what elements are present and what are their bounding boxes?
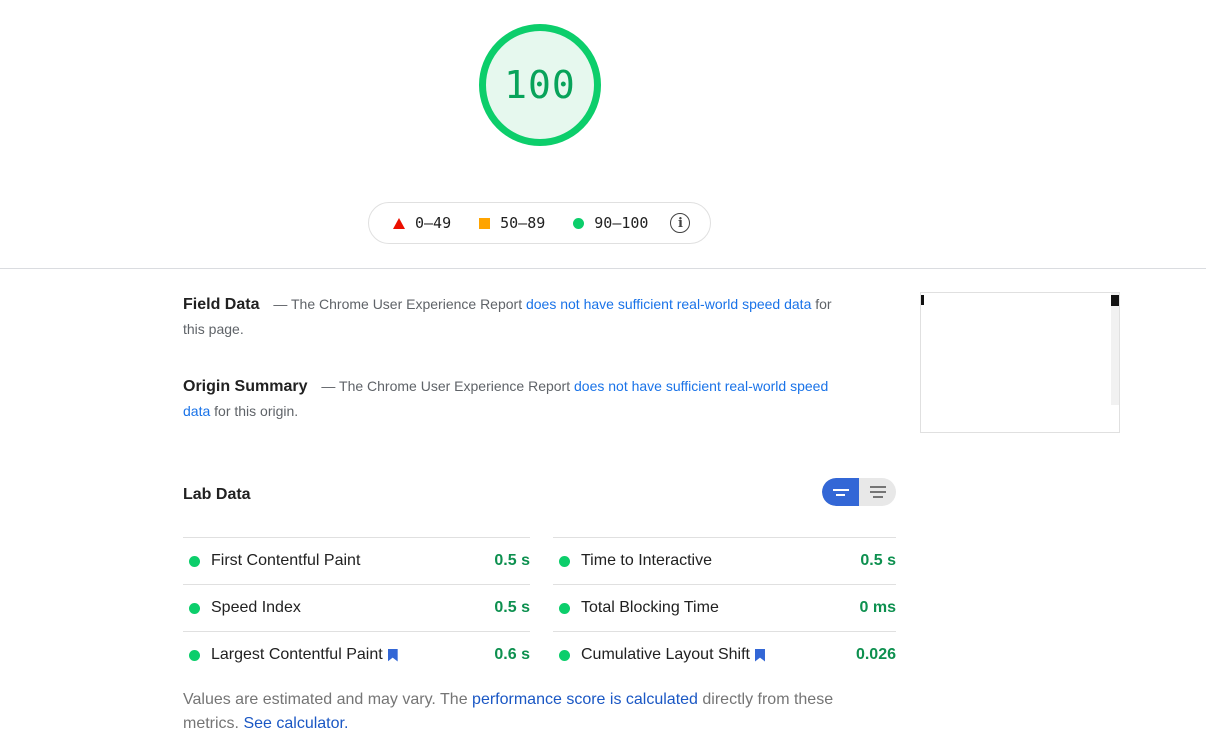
pass-circle-icon: [559, 555, 570, 567]
pass-circle-icon: [189, 555, 200, 567]
metrics-left-column: First Contentful Paint 0.5 s Speed Index…: [183, 537, 530, 678]
lab-data-title: Lab Data: [183, 486, 251, 503]
bookmark-icon: [387, 648, 398, 662]
circle-icon: [573, 217, 585, 229]
performance-score-circle: 100: [479, 24, 601, 146]
section-divider: [0, 268, 1206, 269]
legend-average-label: 50–89: [500, 214, 546, 232]
field-data-link[interactable]: does not have sufficient real-world spee…: [526, 296, 811, 312]
metric-value: 0.026: [855, 646, 896, 663]
legend-average: 50–89: [479, 214, 545, 232]
metrics-view-toggle[interactable]: [822, 478, 896, 506]
metric-time-to-interactive: Time to Interactive 0.5 s: [553, 537, 896, 584]
metric-value: 0.6 s: [494, 646, 530, 663]
square-icon: [479, 217, 491, 229]
lab-data-footer: Values are estimated and may vary. The p…: [183, 688, 863, 736]
compact-view-button[interactable]: [822, 478, 859, 506]
info-icon[interactable]: i: [670, 213, 691, 233]
metric-speed-index: Speed Index 0.5 s: [183, 584, 530, 631]
origin-summary-section: Origin Summary — The Chrome User Experie…: [183, 374, 843, 424]
see-calculator-link[interactable]: See calculator.: [243, 715, 348, 732]
metric-name: Speed Index: [211, 599, 301, 616]
bookmark-icon: [754, 648, 765, 662]
triangle-icon: [393, 217, 405, 229]
pass-circle-icon: [559, 649, 570, 661]
field-data-title: Field Data: [183, 296, 260, 313]
metric-name: Cumulative Layout Shift: [581, 646, 750, 663]
metric-value: 0 ms: [859, 599, 896, 616]
metric-first-contentful-paint: First Contentful Paint 0.5 s: [183, 537, 530, 584]
legend-fail: 0–49: [393, 214, 451, 232]
metric-total-blocking-time: Total Blocking Time 0 ms: [553, 584, 896, 631]
pass-circle-icon: [189, 602, 200, 614]
metric-largest-contentful-paint: Largest Contentful Paint 0.6 s: [183, 631, 530, 678]
pass-circle-icon: [559, 602, 570, 614]
legend-fail-label: 0–49: [415, 214, 452, 232]
legend-pass-label: 90–100: [594, 214, 649, 232]
metric-name: First Contentful Paint: [211, 552, 361, 569]
origin-summary-suffix: for this origin.: [214, 403, 299, 419]
expanded-view-button[interactable]: [859, 478, 896, 506]
origin-summary-title: Origin Summary: [183, 378, 308, 395]
legend-pass: 90–100: [573, 214, 648, 232]
origin-summary-prefix: — The Chrome User Experience Report: [321, 378, 571, 394]
metric-name: Largest Contentful Paint: [211, 646, 383, 663]
field-data-section: Field Data — The Chrome User Experience …: [183, 292, 843, 342]
performance-score-link[interactable]: performance score is calculated: [472, 691, 698, 708]
performance-gauge: 100: [479, 24, 601, 146]
final-screenshot-thumbnail: [920, 292, 1120, 433]
performance-score: 100: [504, 63, 576, 107]
metric-value: 0.5 s: [494, 599, 530, 616]
metric-name: Time to Interactive: [581, 552, 713, 569]
metric-cumulative-layout-shift: Cumulative Layout Shift 0.026: [553, 631, 896, 678]
score-legend: 0–49 50–89 90–100 i: [368, 202, 711, 244]
footer-prefix: Values are estimated and may vary. The: [183, 691, 468, 708]
field-data-prefix: — The Chrome User Experience Report: [273, 296, 523, 312]
metric-name-wrap: Largest Contentful Paint: [211, 646, 494, 664]
metric-name: Total Blocking Time: [581, 599, 719, 616]
metrics-right-column: Time to Interactive 0.5 s Total Blocking…: [553, 537, 896, 678]
pass-circle-icon: [189, 649, 200, 661]
metric-name-wrap: Cumulative Layout Shift: [581, 646, 856, 664]
metric-value: 0.5 s: [494, 552, 530, 569]
metric-value: 0.5 s: [860, 552, 896, 569]
